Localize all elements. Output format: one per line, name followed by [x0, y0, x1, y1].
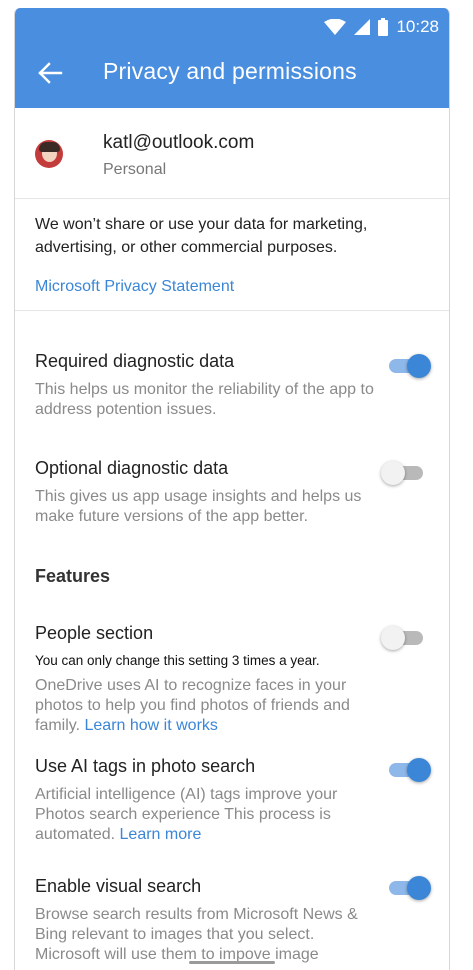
optional-diagnostic-toggle[interactable] — [381, 461, 425, 485]
cellular-signal-icon — [354, 19, 371, 35]
setting-limit-note: You can only change this setting 3 times… — [35, 653, 320, 668]
people-section-toggle[interactable] — [381, 626, 425, 650]
required-diagnostic-toggle[interactable] — [387, 354, 431, 378]
privacy-statement-link[interactable]: Microsoft Privacy Statement — [35, 278, 234, 296]
arrow-left-icon[interactable] — [37, 60, 63, 86]
setting-description: This gives us app usage insights and hel… — [35, 488, 362, 525]
account-email: katl@outlook.com — [103, 132, 255, 153]
setting-visual-search: Enable visual search Browse search resul… — [15, 876, 449, 970]
setting-ai-tags: Use AI tags in photo search Artificial i… — [15, 748, 449, 848]
avatar — [35, 140, 63, 168]
setting-description: Artificial intelligence (AI) tags improv… — [35, 785, 375, 845]
phone-screen: 10:28 Privacy and permissions katl@outlo… — [14, 8, 450, 970]
setting-title: Required diagnostic data — [35, 351, 235, 371]
setting-required-diagnostic: Required diagnostic data This helps us m… — [15, 348, 449, 428]
features-heading: Features — [35, 566, 111, 586]
page-title: Privacy and permissions — [103, 58, 357, 84]
ai-tags-toggle[interactable] — [387, 758, 431, 782]
learn-how-it-works-link[interactable]: Learn how it works — [85, 717, 218, 734]
app-bar: 10:28 Privacy and permissions — [15, 8, 449, 108]
setting-title: Enable visual search — [35, 876, 202, 896]
setting-description: OneDrive uses AI to recognize faces in y… — [35, 676, 375, 736]
wifi-icon — [324, 19, 347, 35]
setting-optional-diagnostic: Optional diagnostic data This gives us a… — [15, 455, 449, 535]
setting-title: Optional diagnostic data — [35, 458, 229, 478]
privacy-section: We won’t share or use your data for mark… — [15, 198, 449, 311]
account-type: Personal — [103, 161, 167, 178]
status-bar: 10:28 — [324, 16, 439, 38]
setting-title: Use AI tags in photo search — [35, 756, 256, 776]
visual-search-toggle[interactable] — [387, 876, 431, 900]
setting-description: This helps us monitor the reliability of… — [35, 381, 374, 418]
learn-more-link[interactable]: Learn more — [120, 826, 202, 843]
setting-title: People section — [35, 623, 154, 643]
account-row[interactable]: katl@outlook.com Personal — [15, 108, 449, 199]
setting-people-section: People section You can only change this … — [15, 620, 449, 734]
battery-icon — [378, 18, 389, 36]
home-indicator[interactable] — [189, 961, 275, 964]
status-time: 10:28 — [396, 17, 439, 36]
setting-description: Browse search results from Microsoft New… — [35, 906, 358, 963]
privacy-statement-text: We won’t share or use your data for mark… — [35, 216, 368, 256]
